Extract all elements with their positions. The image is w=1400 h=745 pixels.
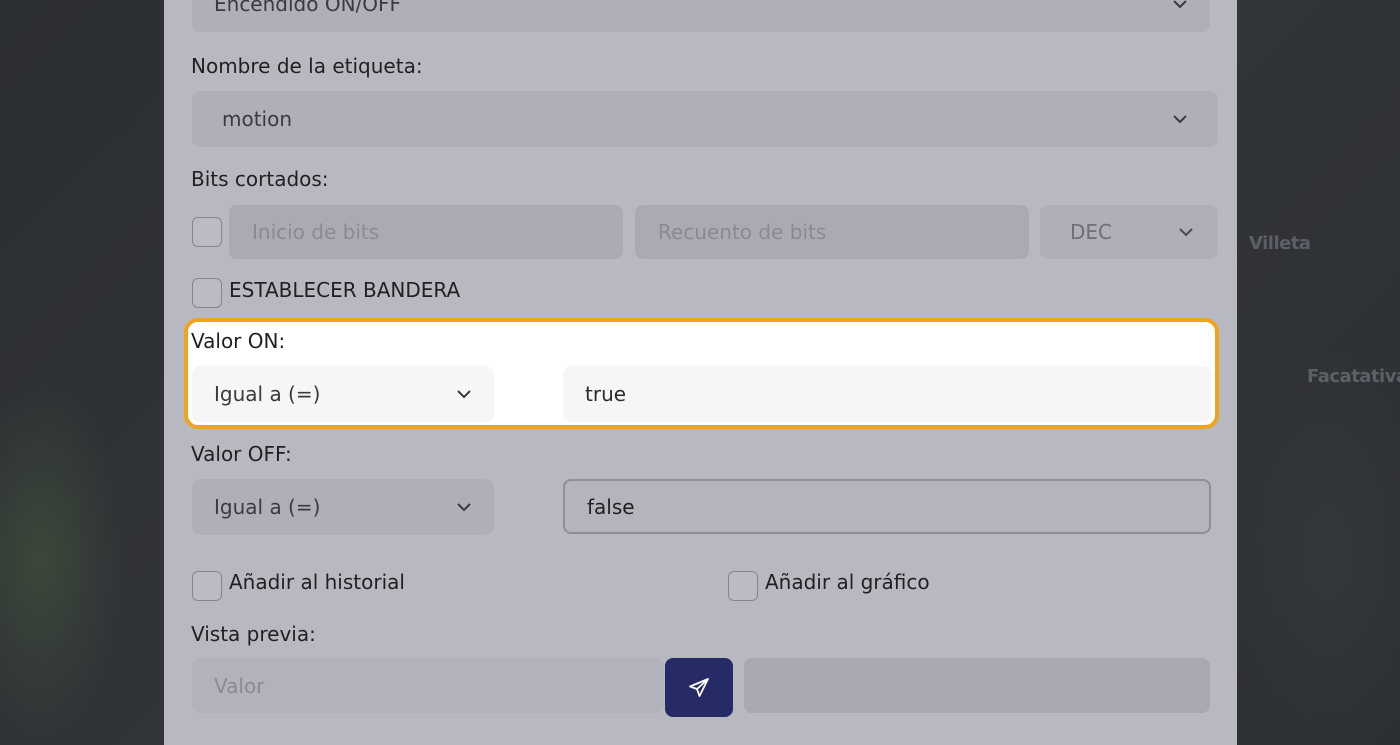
tag-name-select[interactable]: motion (192, 91, 1218, 147)
type-select-value: Encendido ON/OFF (214, 0, 402, 16)
on-value-text: true (585, 382, 627, 406)
bits-start-input[interactable]: Inicio de bits (229, 205, 623, 259)
off-value-input[interactable]: false (563, 479, 1211, 534)
chevron-down-icon (1172, 0, 1188, 12)
off-value-text: false (587, 494, 635, 519)
map-label-facatativa: Facatativá (1307, 366, 1400, 387)
on-value-label: Valor ON: (191, 329, 286, 353)
chevron-down-icon (456, 499, 472, 515)
tag-name-value: motion (222, 107, 293, 131)
chevron-down-icon (1172, 111, 1188, 127)
set-flag-label: ESTABLECER BANDERA (229, 278, 461, 302)
type-select[interactable]: Encendido ON/OFF (192, 0, 1210, 32)
bits-format-select[interactable]: DEC (1040, 205, 1218, 259)
bits-count-input[interactable]: Recuento de bits (635, 205, 1029, 259)
preview-value-placeholder: Valor (214, 673, 265, 698)
cut-bits-checkbox[interactable] (192, 217, 222, 247)
add-chart-label: Añadir al gráfico (765, 570, 930, 594)
add-history-label: Añadir al historial (229, 570, 405, 594)
preview-send-button[interactable] (665, 658, 733, 717)
paper-plane-icon (687, 676, 711, 700)
add-history-checkbox[interactable] (192, 571, 222, 601)
on-operator-value: Igual a (=) (214, 382, 321, 406)
set-flag-checkbox[interactable] (192, 278, 222, 308)
chevron-down-icon (1178, 224, 1194, 240)
off-value-label: Valor OFF: (191, 442, 292, 466)
bits-start-placeholder: Inicio de bits (252, 220, 380, 244)
off-operator-value: Igual a (=) (214, 495, 321, 519)
preview-label: Vista previa: (191, 622, 316, 646)
on-operator-select[interactable]: Igual a (=) (192, 366, 494, 422)
on-value-input[interactable]: true (563, 366, 1211, 422)
add-chart-checkbox[interactable] (728, 571, 758, 601)
tag-name-label: Nombre de la etiqueta: (191, 54, 423, 78)
bits-format-value: DEC (1070, 220, 1113, 244)
preview-value-input[interactable]: Valor (192, 658, 664, 713)
cut-bits-label: Bits cortados: (191, 167, 329, 191)
bits-count-placeholder: Recuento de bits (658, 220, 827, 244)
off-operator-select[interactable]: Igual a (=) (192, 479, 494, 535)
chevron-down-icon (456, 386, 472, 402)
preview-result-output (744, 658, 1210, 713)
map-label-villeta: Villeta (1249, 233, 1311, 254)
